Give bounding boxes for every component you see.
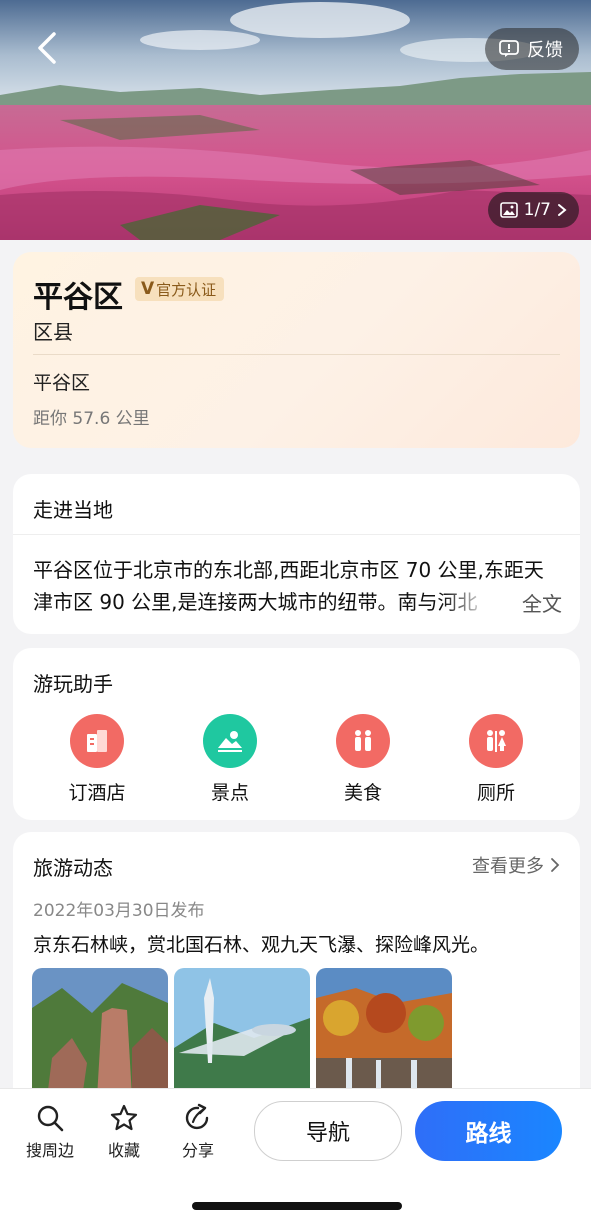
assistant-label-hotel: 订酒店: [68, 782, 126, 804]
image-icon: [499, 202, 518, 218]
autumn-waterfall-photo: [316, 968, 452, 1098]
scenic-icon: [203, 714, 257, 768]
share-label: 分享: [181, 1141, 214, 1160]
share-button[interactable]: 分享: [168, 1103, 228, 1161]
news-thumbnail[interactable]: [32, 968, 168, 1098]
assistant-label-scenic: 景点: [210, 782, 249, 804]
stone-forest-photo: [32, 968, 168, 1098]
toilet-icon: [469, 714, 523, 768]
verified-badge: V 官方认证: [135, 277, 225, 301]
news-headline[interactable]: 京东石林峡，赏北国石林、观九天飞瀑、探险峰风光。: [33, 930, 489, 957]
chevron-left-icon: [38, 32, 56, 64]
verified-label: 官方认证: [156, 280, 217, 299]
assistant-item-scenic[interactable]: 景点: [190, 714, 270, 805]
poi-address[interactable]: 平谷区: [33, 368, 90, 395]
poi-distance: 距你 57.6 公里: [33, 409, 150, 429]
poi-category: 区县: [33, 320, 73, 344]
news-thumbnail[interactable]: [174, 968, 310, 1098]
assistant-title: 游玩助手: [33, 672, 113, 696]
news-date: 2022年03月30日发布: [33, 901, 205, 921]
full-text-link[interactable]: 全文: [522, 588, 562, 620]
route-button[interactable]: 路线: [415, 1101, 562, 1161]
home-indicator[interactable]: [192, 1202, 402, 1210]
local-intro-card[interactable]: 走进当地 平谷区位于北京市的东北部,西距北京市区 70 公里,东距天津市区 90…: [13, 474, 580, 634]
assistant-item-hotel[interactable]: 订酒店: [57, 714, 137, 805]
search-nearby-button[interactable]: 搜周边: [20, 1103, 80, 1161]
chevron-right-icon: [558, 204, 567, 216]
poi-name: 平谷区: [33, 280, 123, 315]
share-icon: [185, 1103, 209, 1130]
navigation-button[interactable]: 导航: [254, 1101, 402, 1161]
travel-assistant-card: 游玩助手 订酒店 景点 美食 厕所: [13, 648, 580, 820]
hero-photo[interactable]: 反馈 1/7: [0, 0, 591, 240]
assistant-item-food[interactable]: 美食: [323, 714, 403, 805]
travel-news-card: 旅游动态 查看更多 2022年03月30日发布 京东石林峡，赏北国石林、观九天飞…: [13, 832, 580, 1132]
assistant-label-toilet: 厕所: [476, 782, 515, 804]
favorite-button[interactable]: 收藏: [94, 1103, 154, 1161]
hotel-icon: [70, 714, 124, 768]
assistant-item-toilet[interactable]: 厕所: [456, 714, 536, 805]
search-nearby-label: 搜周边: [25, 1141, 74, 1160]
search-icon: [37, 1105, 64, 1132]
divider: [33, 354, 560, 355]
chevron-right-icon: [551, 858, 560, 872]
feedback-button[interactable]: 反馈: [485, 28, 579, 70]
feedback-icon: [499, 40, 519, 57]
view-more-link[interactable]: 查看更多: [472, 852, 560, 878]
food-icon: [336, 714, 390, 768]
verified-mark: V: [141, 279, 155, 299]
intro-title: 走进当地: [33, 498, 113, 522]
glass-platform-photo: [174, 968, 310, 1098]
star-icon: [110, 1104, 138, 1131]
divider: [13, 534, 580, 535]
photo-counter[interactable]: 1/7: [487, 192, 579, 228]
news-title: 旅游动态: [33, 856, 113, 880]
news-thumbnail[interactable]: [316, 968, 452, 1098]
view-more-label: 查看更多: [472, 856, 544, 877]
feedback-label: 反馈: [527, 40, 563, 61]
favorite-label: 收藏: [107, 1141, 140, 1160]
poi-info-card: 平谷区 V 官方认证 区县 平谷区 距你 57.6 公里: [13, 252, 580, 448]
photo-counter-text: 1/7: [523, 200, 551, 220]
back-button[interactable]: [30, 28, 66, 68]
assistant-label-food: 美食: [343, 782, 382, 804]
